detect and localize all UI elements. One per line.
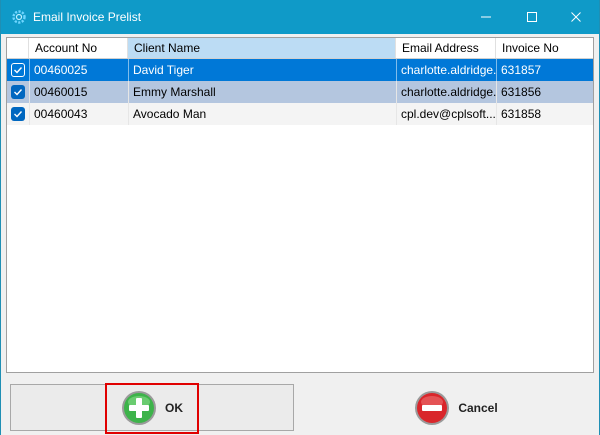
column-header-client-name[interactable]: Client Name (128, 38, 396, 58)
row-checkbox[interactable] (11, 107, 25, 121)
table-row[interactable]: 00460043 Avocado Man cpl.dev@cplsoft... … (7, 103, 593, 125)
cancel-button[interactable]: Cancel (396, 384, 516, 431)
gear-icon (11, 9, 27, 25)
check-icon (14, 89, 23, 96)
ok-button[interactable]: OK (10, 384, 294, 431)
account-no-cell: 00460043 (34, 107, 88, 121)
checkbox-column-header[interactable] (7, 38, 29, 58)
row-checkbox[interactable] (11, 85, 25, 99)
cancel-label: Cancel (458, 400, 498, 415)
minimize-button[interactable] (463, 0, 509, 34)
title-bar[interactable]: Email Invoice Prelist (1, 0, 599, 34)
close-icon (571, 12, 581, 22)
client-name-cell: Avocado Man (133, 107, 207, 121)
column-header-account-no[interactable]: Account No (29, 38, 128, 58)
grid-header: Account No Client Name Email Address Inv… (7, 38, 593, 59)
window-title: Email Invoice Prelist (33, 10, 142, 24)
minus-circle-icon (415, 390, 450, 425)
maximize-button[interactable] (509, 0, 555, 34)
table-row[interactable]: 00460025 David Tiger charlotte.aldridge.… (7, 59, 593, 81)
client-name-cell: David Tiger (133, 63, 194, 77)
column-header-email-address[interactable]: Email Address (396, 38, 496, 58)
email-cell: cpl.dev@cplsoft... (401, 107, 496, 121)
client-name-cell: Emmy Marshall (133, 85, 216, 99)
row-checkbox[interactable] (11, 63, 25, 77)
invoice-no-cell: 631856 (501, 85, 542, 99)
email-cell: charlotte.aldridge... (401, 85, 496, 99)
check-icon (14, 67, 23, 74)
maximize-icon (527, 12, 537, 22)
close-button[interactable] (553, 0, 599, 34)
account-no-cell: 00460015 (34, 85, 88, 99)
plus-circle-icon (122, 390, 156, 425)
table-row[interactable]: 00460015 Emmy Marshall charlotte.aldridg… (7, 81, 593, 103)
invoice-no-cell: 631857 (501, 63, 542, 77)
minimize-icon (481, 16, 491, 18)
ok-label: OK (165, 400, 183, 415)
invoice-no-cell: 631858 (501, 107, 542, 121)
email-cell: charlotte.aldridge... (401, 63, 496, 77)
invoice-grid[interactable]: Account No Client Name Email Address Inv… (6, 37, 594, 373)
email-invoice-window: Email Invoice Prelist Account No Client … (0, 0, 600, 435)
check-icon (14, 111, 23, 118)
account-no-cell: 00460025 (34, 63, 88, 77)
column-header-invoice-no[interactable]: Invoice No (496, 38, 593, 58)
